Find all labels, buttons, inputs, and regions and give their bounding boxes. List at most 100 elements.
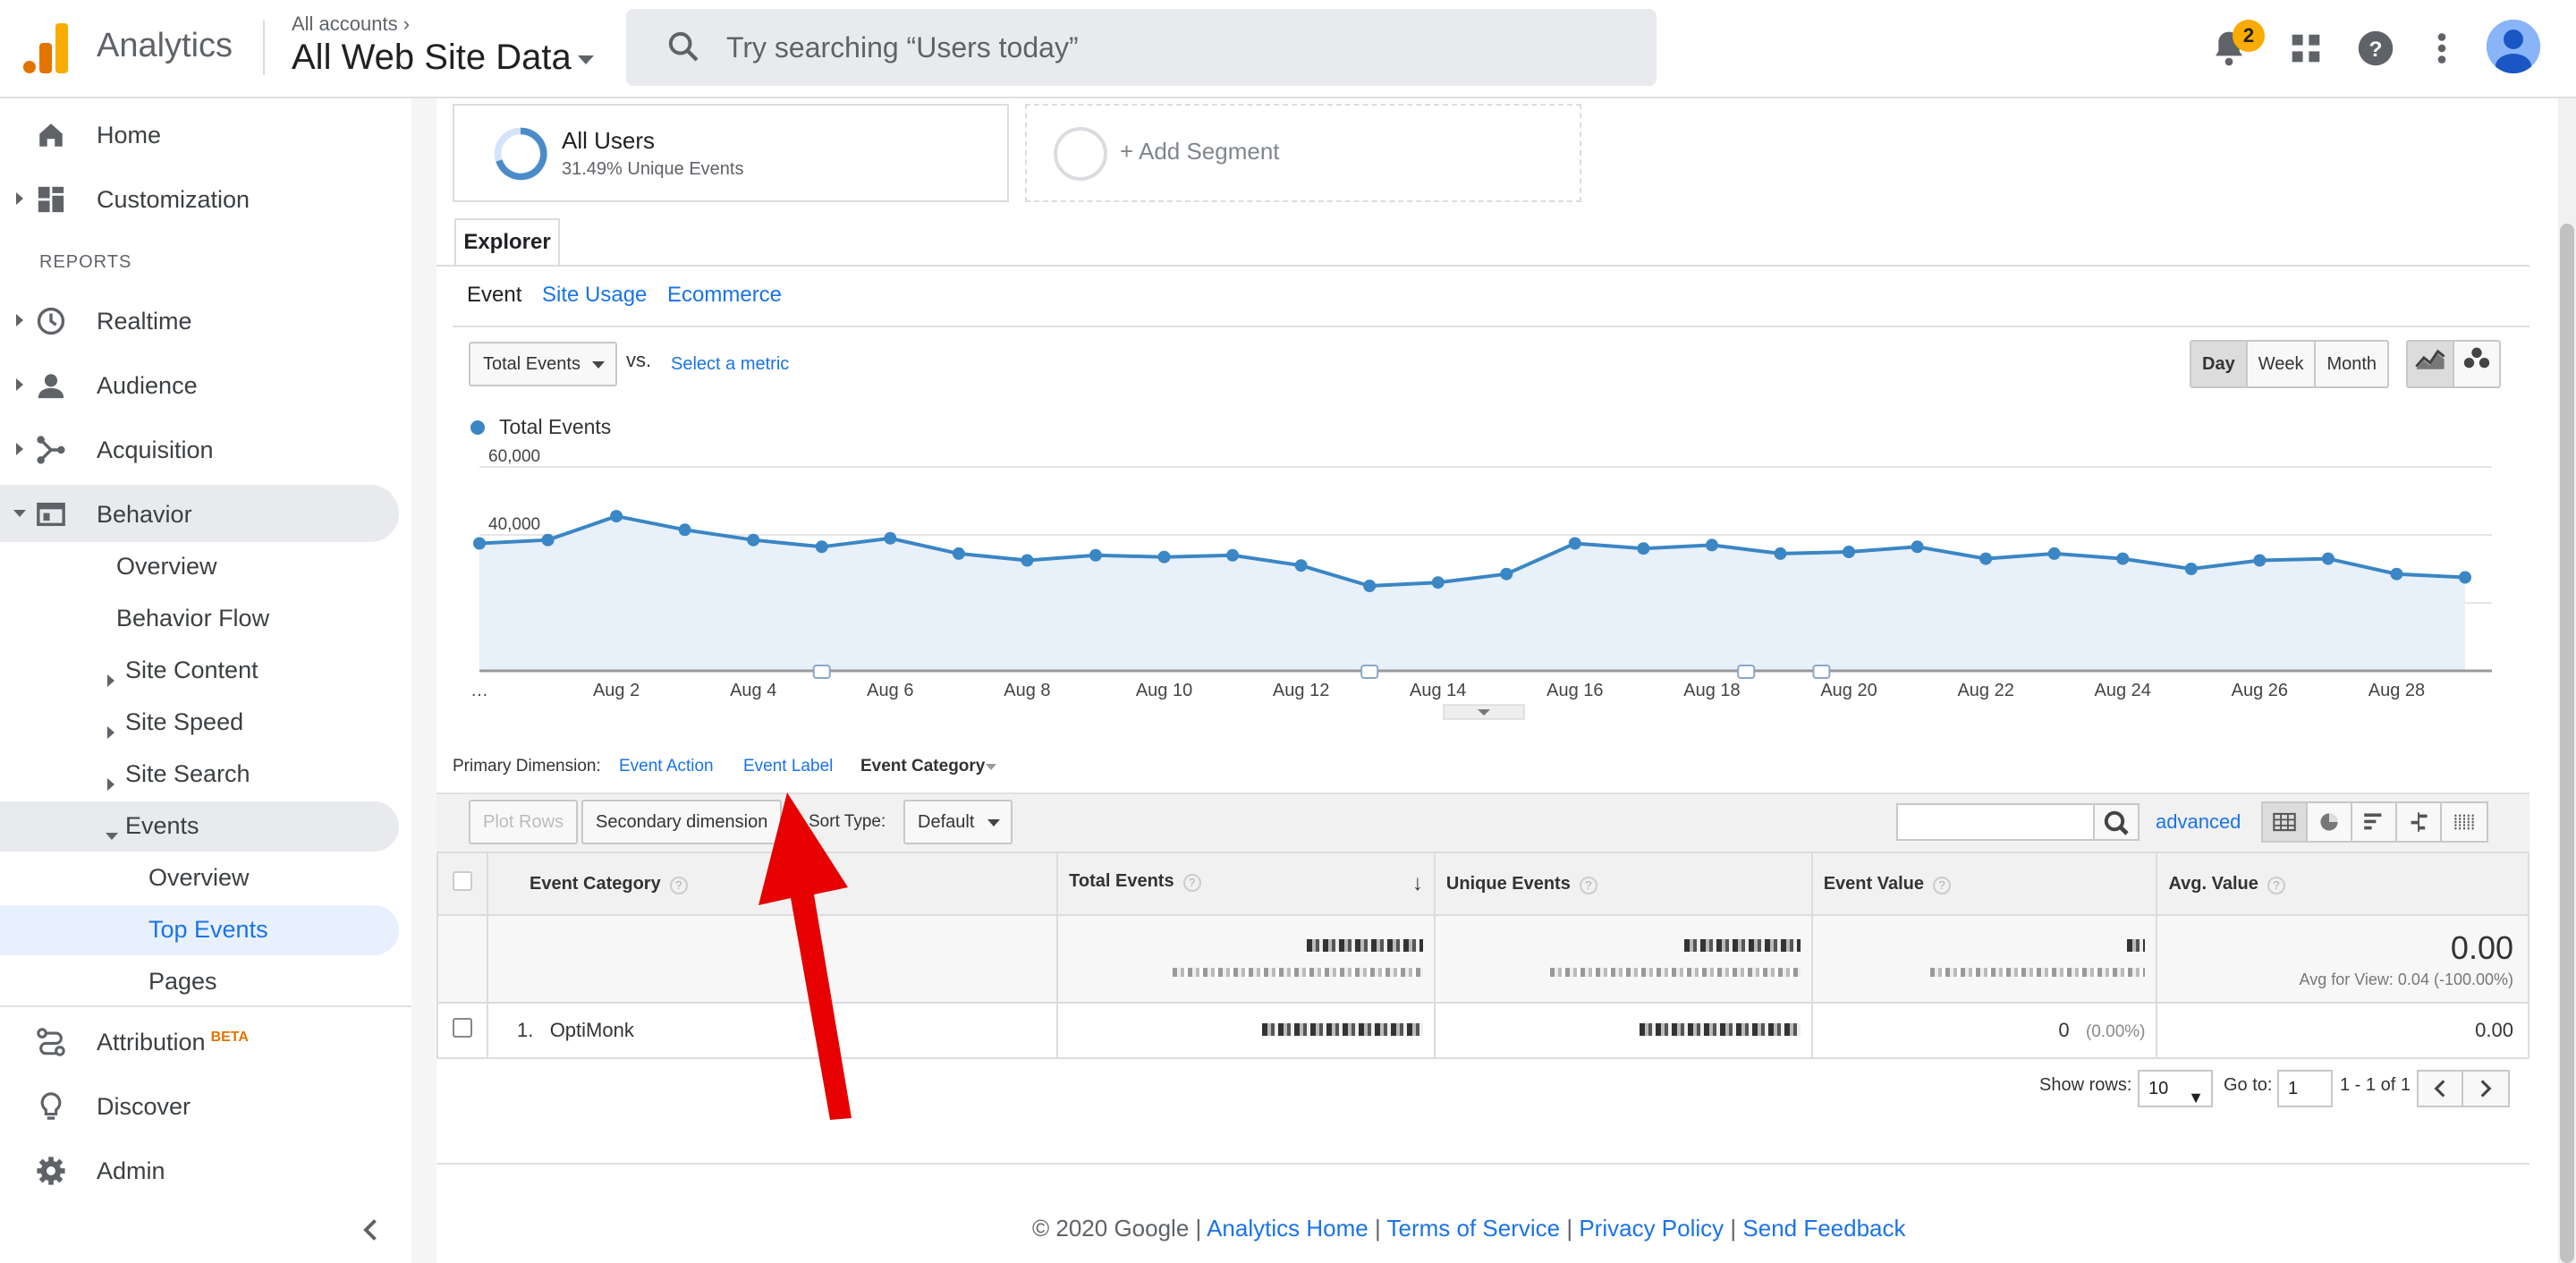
data-point[interactable] xyxy=(1431,576,1445,589)
data-point[interactable] xyxy=(1021,554,1034,567)
footer-link-analytics-home[interactable]: Analytics Home xyxy=(1207,1215,1368,1242)
dimension-event-action-link[interactable]: Event Action xyxy=(619,757,714,776)
sidebar-item-home[interactable]: Home xyxy=(0,106,399,163)
annotation-marker[interactable] xyxy=(812,665,831,679)
scrollbar-thumb[interactable] xyxy=(2560,224,2574,1263)
analytics-logo-icon[interactable] xyxy=(23,23,68,73)
advanced-filter-link[interactable]: advanced xyxy=(2156,810,2241,834)
data-point[interactable] xyxy=(1774,547,1787,560)
property-selector[interactable]: All Web Site Data xyxy=(292,38,572,78)
motion-chart-icon[interactable] xyxy=(2454,342,2499,386)
help-icon[interactable]: ? xyxy=(2351,23,2401,73)
granularity-day-button[interactable]: Day xyxy=(2191,342,2248,386)
data-point[interactable] xyxy=(1911,540,1924,554)
chevron-down-icon[interactable] xyxy=(578,55,594,64)
subtab-event[interactable]: Event xyxy=(467,283,521,308)
footer-link-privacy[interactable]: Privacy Policy xyxy=(1579,1215,1724,1242)
segment-all-users[interactable]: All Users 31.49% Unique Events xyxy=(453,104,1009,202)
help-icon[interactable]: ? xyxy=(1182,874,1201,892)
metric-select[interactable]: Total Events xyxy=(469,342,617,386)
chevron-down-icon[interactable] xyxy=(986,764,996,770)
sidebar-item-admin[interactable]: Admin xyxy=(0,1141,399,1199)
table-filter-input[interactable] xyxy=(1896,803,2095,841)
data-point[interactable] xyxy=(815,540,828,554)
data-point[interactable] xyxy=(1294,559,1308,572)
granularity-month-button[interactable]: Month xyxy=(2316,342,2387,386)
next-page-icon[interactable] xyxy=(2463,1072,2508,1106)
subtab-ecommerce[interactable]: Ecommerce xyxy=(667,283,782,308)
sidebar-item-realtime[interactable]: Realtime xyxy=(0,292,399,349)
header-total-events[interactable]: Total Events? ↓ xyxy=(1056,852,1436,916)
sidebar-item-site-speed[interactable]: Site Speed xyxy=(107,708,243,759)
pie-view-icon[interactable] xyxy=(2308,803,2352,841)
dimension-event-label-link[interactable]: Event Label xyxy=(743,757,833,776)
footer-link-feedback[interactable]: Send Feedback xyxy=(1742,1215,1905,1242)
sidebar-item-discover[interactable]: Discover xyxy=(0,1077,399,1134)
granularity-week-button[interactable]: Week xyxy=(2248,342,2317,386)
data-point[interactable] xyxy=(747,533,760,547)
dimension-current[interactable]: Event Category xyxy=(860,757,985,776)
header-avg-value[interactable]: Avg. Value? xyxy=(2156,852,2529,916)
data-point[interactable] xyxy=(2047,547,2061,560)
table-filter-search-button[interactable] xyxy=(2093,803,2140,841)
header-event-value[interactable]: Event Value? xyxy=(1810,852,2158,916)
show-rows-select[interactable]: 10 ▼ xyxy=(2138,1070,2213,1107)
sidebar-item-behavior[interactable]: Behavior xyxy=(0,485,399,542)
apps-grid-icon[interactable] xyxy=(2281,23,2331,73)
legend-label-total-events[interactable]: Total Events xyxy=(499,415,611,439)
table-view-icon[interactable] xyxy=(2263,803,2308,841)
search-input[interactable] xyxy=(726,27,1621,68)
footer-link-terms[interactable]: Terms of Service xyxy=(1386,1215,1560,1242)
data-point[interactable] xyxy=(1637,542,1650,555)
sidebar-item-audience[interactable]: Audience xyxy=(0,356,399,413)
sidebar-item-events[interactable]: Events xyxy=(106,812,199,862)
data-point[interactable] xyxy=(1089,548,1102,562)
comparison-view-icon[interactable] xyxy=(2397,803,2442,841)
sidebar-item-behavior-flow[interactable]: Behavior Flow xyxy=(116,605,269,655)
data-point[interactable] xyxy=(1500,567,1513,581)
account-breadcrumb[interactable]: All accounts › xyxy=(292,13,410,36)
help-icon[interactable]: ? xyxy=(2267,876,2285,894)
data-point[interactable] xyxy=(2184,563,2198,575)
sidebar-item-site-content[interactable]: Site Content xyxy=(107,657,258,707)
sidebar-item-acquisition[interactable]: Acquisition xyxy=(0,420,399,478)
goto-input[interactable]: 1 xyxy=(2277,1070,2333,1107)
annotation-marker[interactable] xyxy=(1737,665,1756,679)
search-bar[interactable] xyxy=(626,9,1657,86)
previous-page-icon[interactable] xyxy=(2419,1072,2463,1106)
data-point[interactable] xyxy=(2253,554,2267,567)
select-metric-link[interactable]: Select a metric xyxy=(671,354,789,375)
data-point[interactable] xyxy=(541,533,555,547)
annotation-marker[interactable] xyxy=(1812,665,1831,679)
select-all-checkbox[interactable] xyxy=(452,871,472,891)
row-event-category-link[interactable]: OptiMonk xyxy=(550,1019,634,1041)
data-point[interactable] xyxy=(1226,548,1240,562)
help-icon[interactable]: ? xyxy=(1932,876,1951,894)
sidebar-item-attribution[interactable]: Attribution BETA xyxy=(0,1013,399,1070)
data-point[interactable] xyxy=(1363,580,1377,592)
avatar[interactable] xyxy=(2487,20,2540,73)
plot-rows-button[interactable]: Plot Rows xyxy=(469,800,579,844)
data-point[interactable] xyxy=(678,523,691,537)
more-vert-icon[interactable] xyxy=(2417,23,2467,73)
collapse-sidebar-icon[interactable] xyxy=(358,1216,385,1243)
data-point[interactable] xyxy=(2390,567,2403,581)
sidebar-item-pages[interactable]: Pages xyxy=(148,968,217,1018)
help-icon[interactable]: ? xyxy=(1579,876,1597,894)
data-point[interactable] xyxy=(2321,552,2334,565)
sort-type-select[interactable]: Default xyxy=(903,800,1013,844)
data-point[interactable] xyxy=(1843,546,1856,558)
data-point[interactable] xyxy=(884,531,897,545)
data-point[interactable] xyxy=(2459,571,2471,584)
tab-explorer[interactable]: Explorer xyxy=(454,218,560,267)
header-unique-events[interactable]: Unique Events? xyxy=(1433,852,1813,916)
data-point[interactable] xyxy=(2116,552,2130,565)
data-point[interactable] xyxy=(952,547,965,560)
data-point[interactable] xyxy=(473,537,486,550)
pivot-view-icon[interactable] xyxy=(2442,803,2487,841)
sidebar-item-customization[interactable]: Customization xyxy=(0,170,399,227)
performance-view-icon[interactable] xyxy=(2352,803,2397,841)
line-chart-icon[interactable] xyxy=(2408,342,2454,386)
sidebar-item-top-events[interactable]: Top Events xyxy=(148,916,268,966)
row-checkbox[interactable] xyxy=(452,1018,472,1038)
